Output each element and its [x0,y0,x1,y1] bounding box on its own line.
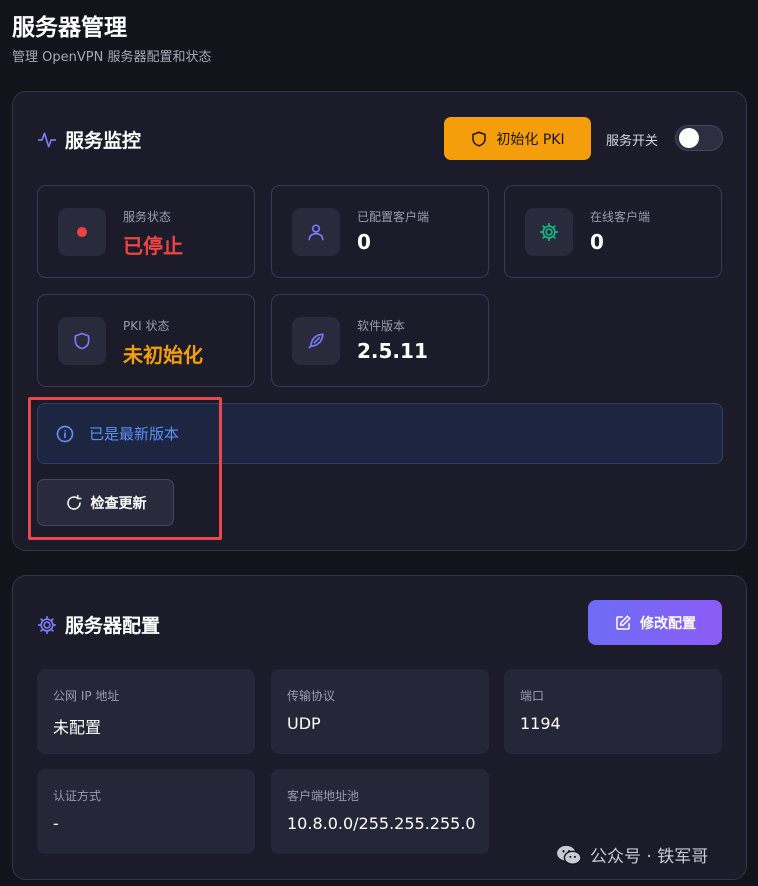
stat-value: 未初始化 [123,343,203,367]
version-info-text: 已是最新版本 [89,425,180,443]
server-config-header: 服务器配置 [37,611,160,638]
config-label: 公网 IP 地址 [53,689,120,703]
config-label: 客户端地址池 [287,789,360,803]
info-icon [56,425,74,442]
edit-config-label: 修改配置 [640,615,696,632]
config-value: - [53,814,59,833]
config-label: 认证方式 [53,789,102,803]
user-icon [308,224,324,241]
config-value: 未配置 [53,718,102,737]
stat-label: PKI 状态 [123,319,170,333]
toggle-knob [679,128,699,148]
config-client-pool: 客户端地址池 10.8.0.0/255.255.255.0 [271,769,489,854]
config-label: 传输协议 [287,689,336,703]
page-title: 服务器管理 [12,15,127,41]
config-auth-method: 认证方式 - [37,769,255,854]
feather-icon [308,333,324,349]
stat-value: 0 [357,230,371,254]
stat-configured-clients: 已配置客户端 0 [271,185,489,278]
edit-config-button[interactable]: 修改配置 [588,600,722,645]
stat-pki-status: PKI 状态 未初始化 [37,294,255,387]
config-protocol: 传输协议 UDP [271,669,489,754]
page-subtitle: 管理 OpenVPN 服务器配置和状态 [12,50,212,65]
stat-icon-wrap [292,317,340,365]
stat-label: 服务状态 [123,210,172,224]
init-pki-button[interactable]: 初始化 PKI [444,117,591,160]
service-monitor-card: 服务监控 初始化 PKI 服务开关 服务状态 已停止 已配置客户端 0 在线客户… [12,91,747,551]
stat-label: 在线客户端 [590,210,651,224]
service-switch-toggle[interactable] [675,125,723,151]
watermark-text: 公众号 · 铁军哥 [590,847,709,867]
config-value: 1194 [520,714,561,733]
stat-value: 2.5.11 [357,339,428,363]
config-label: 端口 [520,689,545,703]
stat-icon-wrap [525,208,573,256]
server-config-card: 服务器配置 修改配置 公网 IP 地址 未配置 传输协议 UDP 端口 1194… [12,575,747,880]
stat-online-clients: 在线客户端 0 [504,185,722,278]
stat-value: 0 [590,230,604,254]
service-monitor-header: 服务监控 [37,126,141,153]
gear-icon [539,222,559,242]
stat-icon-wrap [58,208,106,256]
wechat-icon [557,845,582,865]
stat-service-status: 服务状态 已停止 [37,185,255,278]
check-update-button[interactable]: 检查更新 [37,479,174,526]
config-public-ip: 公网 IP 地址 未配置 [37,669,255,754]
record-dot-icon [77,227,87,237]
watermark: 公众号 · 铁军哥 [556,842,708,867]
stat-icon-wrap [292,208,340,256]
version-info-banner: 已是最新版本 [37,403,723,464]
refresh-icon [66,494,81,510]
stat-label: 软件版本 [357,319,406,333]
edit-icon [616,615,631,630]
stat-value: 已停止 [123,234,183,258]
server-config-title: 服务器配置 [65,615,161,637]
stat-label: 已配置客户端 [357,210,430,224]
activity-icon [37,132,57,147]
config-value: UDP [287,714,321,733]
init-pki-label: 初始化 PKI [496,131,565,148]
service-switch-label: 服务开关 [606,134,659,149]
service-monitor-title: 服务监控 [65,130,142,152]
gear-icon [37,615,57,634]
config-port: 端口 1194 [504,669,722,754]
stat-software-version: 软件版本 2.5.11 [271,294,489,387]
config-value: 10.8.0.0/255.255.255.0 [287,814,476,833]
stat-icon-wrap [58,317,106,365]
check-update-label: 检查更新 [90,495,147,512]
shield-icon [472,131,487,146]
shield-icon [74,332,90,350]
